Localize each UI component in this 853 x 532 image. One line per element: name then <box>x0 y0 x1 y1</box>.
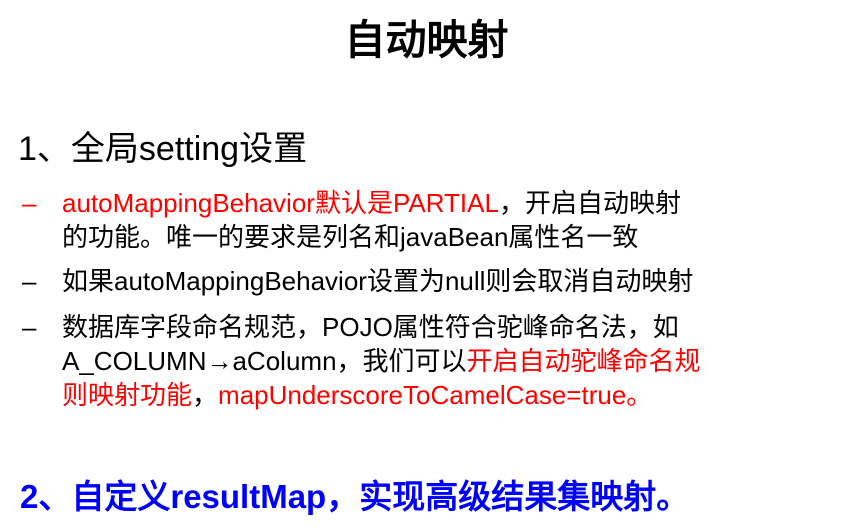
highlight-text: mapUnderscoreToCamelCase=true。 <box>218 380 653 410</box>
bullet-text: autoMappingBehavior默认是PARTIAL，开启自动映射 的功能… <box>62 186 852 254</box>
plain-text: ，开启自动映射 <box>498 188 681 218</box>
highlight-text: 则映射功能 <box>62 380 193 410</box>
bullet-line: 则映射功能，mapUnderscoreToCamelCase=true。 <box>62 378 852 412</box>
highlight-text: autoMappingBehavior默认是PARTIAL <box>62 188 499 218</box>
plain-text: A_COLUMN→aColumn，我们可以 <box>62 346 467 376</box>
bullet-line: 数据库字段命名规范，POJO属性符合驼峰命名法，如 <box>62 312 679 342</box>
bullet-text: 数据库字段命名规范，POJO属性符合驼峰命名法，如 A_COLUMN→aColu… <box>62 310 852 412</box>
highlight-text: 开启自动驼峰命名规 <box>466 346 701 376</box>
bullet-text: 如果autoMappingBehavior设置为null则会取消自动映射 <box>62 264 852 298</box>
page-title: 自动映射 <box>344 17 509 63</box>
bullet-line: autoMappingBehavior默认是PARTIAL，开启自动映射 <box>62 186 852 220</box>
bullet-dash: – <box>22 312 37 342</box>
section1-heading: 1、全局setting设置 <box>18 130 308 168</box>
plain-text: ， <box>192 380 219 410</box>
section2-heading: 2、自定义resultMap，实现高级结果集映射。 <box>20 478 690 515</box>
bullet-line: 的功能。唯一的要求是列名和javaBean属性名一致 <box>62 222 639 252</box>
bullet-dash: – <box>22 266 37 296</box>
bullet-dash: – <box>22 188 37 218</box>
bullet-line: 如果autoMappingBehavior设置为null则会取消自动映射 <box>62 266 694 296</box>
bullet-line: A_COLUMN→aColumn，我们可以开启自动驼峰命名规 <box>62 344 852 378</box>
